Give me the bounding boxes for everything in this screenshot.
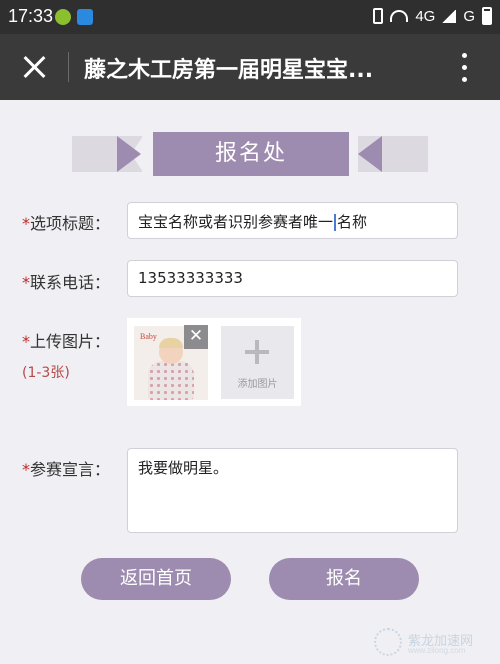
text-caret [334, 214, 337, 231]
network-type: 4G [415, 7, 436, 25]
phone-input[interactable]: 13533333333 [127, 260, 458, 297]
register-button[interactable]: 报名 [269, 558, 419, 600]
required-marker: * [22, 332, 30, 351]
remove-photo-icon[interactable]: ✕ [184, 325, 208, 349]
vibrate-icon [373, 8, 384, 24]
page-title: 藤之木工房第一届明星宝宝... [84, 58, 374, 83]
declaration-textarea[interactable]: 我要做明星。 [127, 448, 458, 533]
status-bar: 17:33 4G G [0, 0, 500, 34]
title-field-label: *选项标题： [22, 210, 110, 234]
divider [68, 52, 69, 82]
add-photo-label: 添加图片 [237, 379, 278, 390]
close-icon[interactable] [18, 51, 50, 83]
watermark: 紫龙加速网 www.zilong.com [374, 626, 494, 662]
more-options-icon[interactable] [462, 51, 468, 83]
title-label-text: 选项标题： [30, 214, 111, 233]
upload-field-label: *上传图片： [22, 328, 110, 352]
title-input-text: 宝宝名称或者识别参赛者唯一 [138, 213, 334, 231]
watermark-logo-icon [374, 628, 402, 656]
photo-baby-body [148, 361, 194, 400]
declaration-field-label: *参赛宣言： [22, 456, 110, 480]
status-time: 17:33 [8, 6, 54, 26]
network-type-2: G [463, 7, 475, 25]
declaration-label-text: 参赛宣言： [30, 460, 111, 479]
photo-brand-logo: Baby [140, 332, 157, 341]
phone-field-label: *联系电话： [22, 269, 110, 293]
banner-left-arrow [117, 136, 141, 172]
battery-icon [482, 7, 492, 25]
back-home-button[interactable]: 返回首页 [81, 558, 231, 600]
phone-input-text: 13533333333 [138, 269, 243, 287]
title-input[interactable]: 宝宝名称或者识别参赛者唯一 名称 [127, 202, 458, 239]
upload-count-hint: (1-3张) [22, 365, 70, 381]
wifi-icon [390, 10, 409, 22]
upload-label-text: 上传图片： [30, 332, 111, 351]
screenshot-notification-icon [77, 9, 93, 25]
signal-icon [442, 9, 457, 23]
app-notification-icon [55, 9, 71, 25]
title-input-text-end: 名称 [337, 213, 368, 231]
add-photo-button[interactable]: 添加图片 [221, 326, 294, 399]
watermark-url: www.zilong.com [408, 646, 466, 655]
required-marker: * [22, 460, 30, 479]
status-icons: 4G G [373, 7, 492, 25]
declaration-text: 我要做明星。 [138, 459, 229, 477]
photo-baby-hair [159, 338, 183, 348]
section-banner: 报名处 [153, 132, 349, 176]
required-marker: * [22, 214, 30, 233]
title-bar: 藤之木工房第一届明星宝宝... [0, 34, 500, 100]
required-marker: * [22, 273, 30, 292]
banner-right-arrow [358, 136, 382, 172]
phone-label-text: 联系电话： [30, 273, 111, 292]
plus-icon [245, 340, 269, 364]
